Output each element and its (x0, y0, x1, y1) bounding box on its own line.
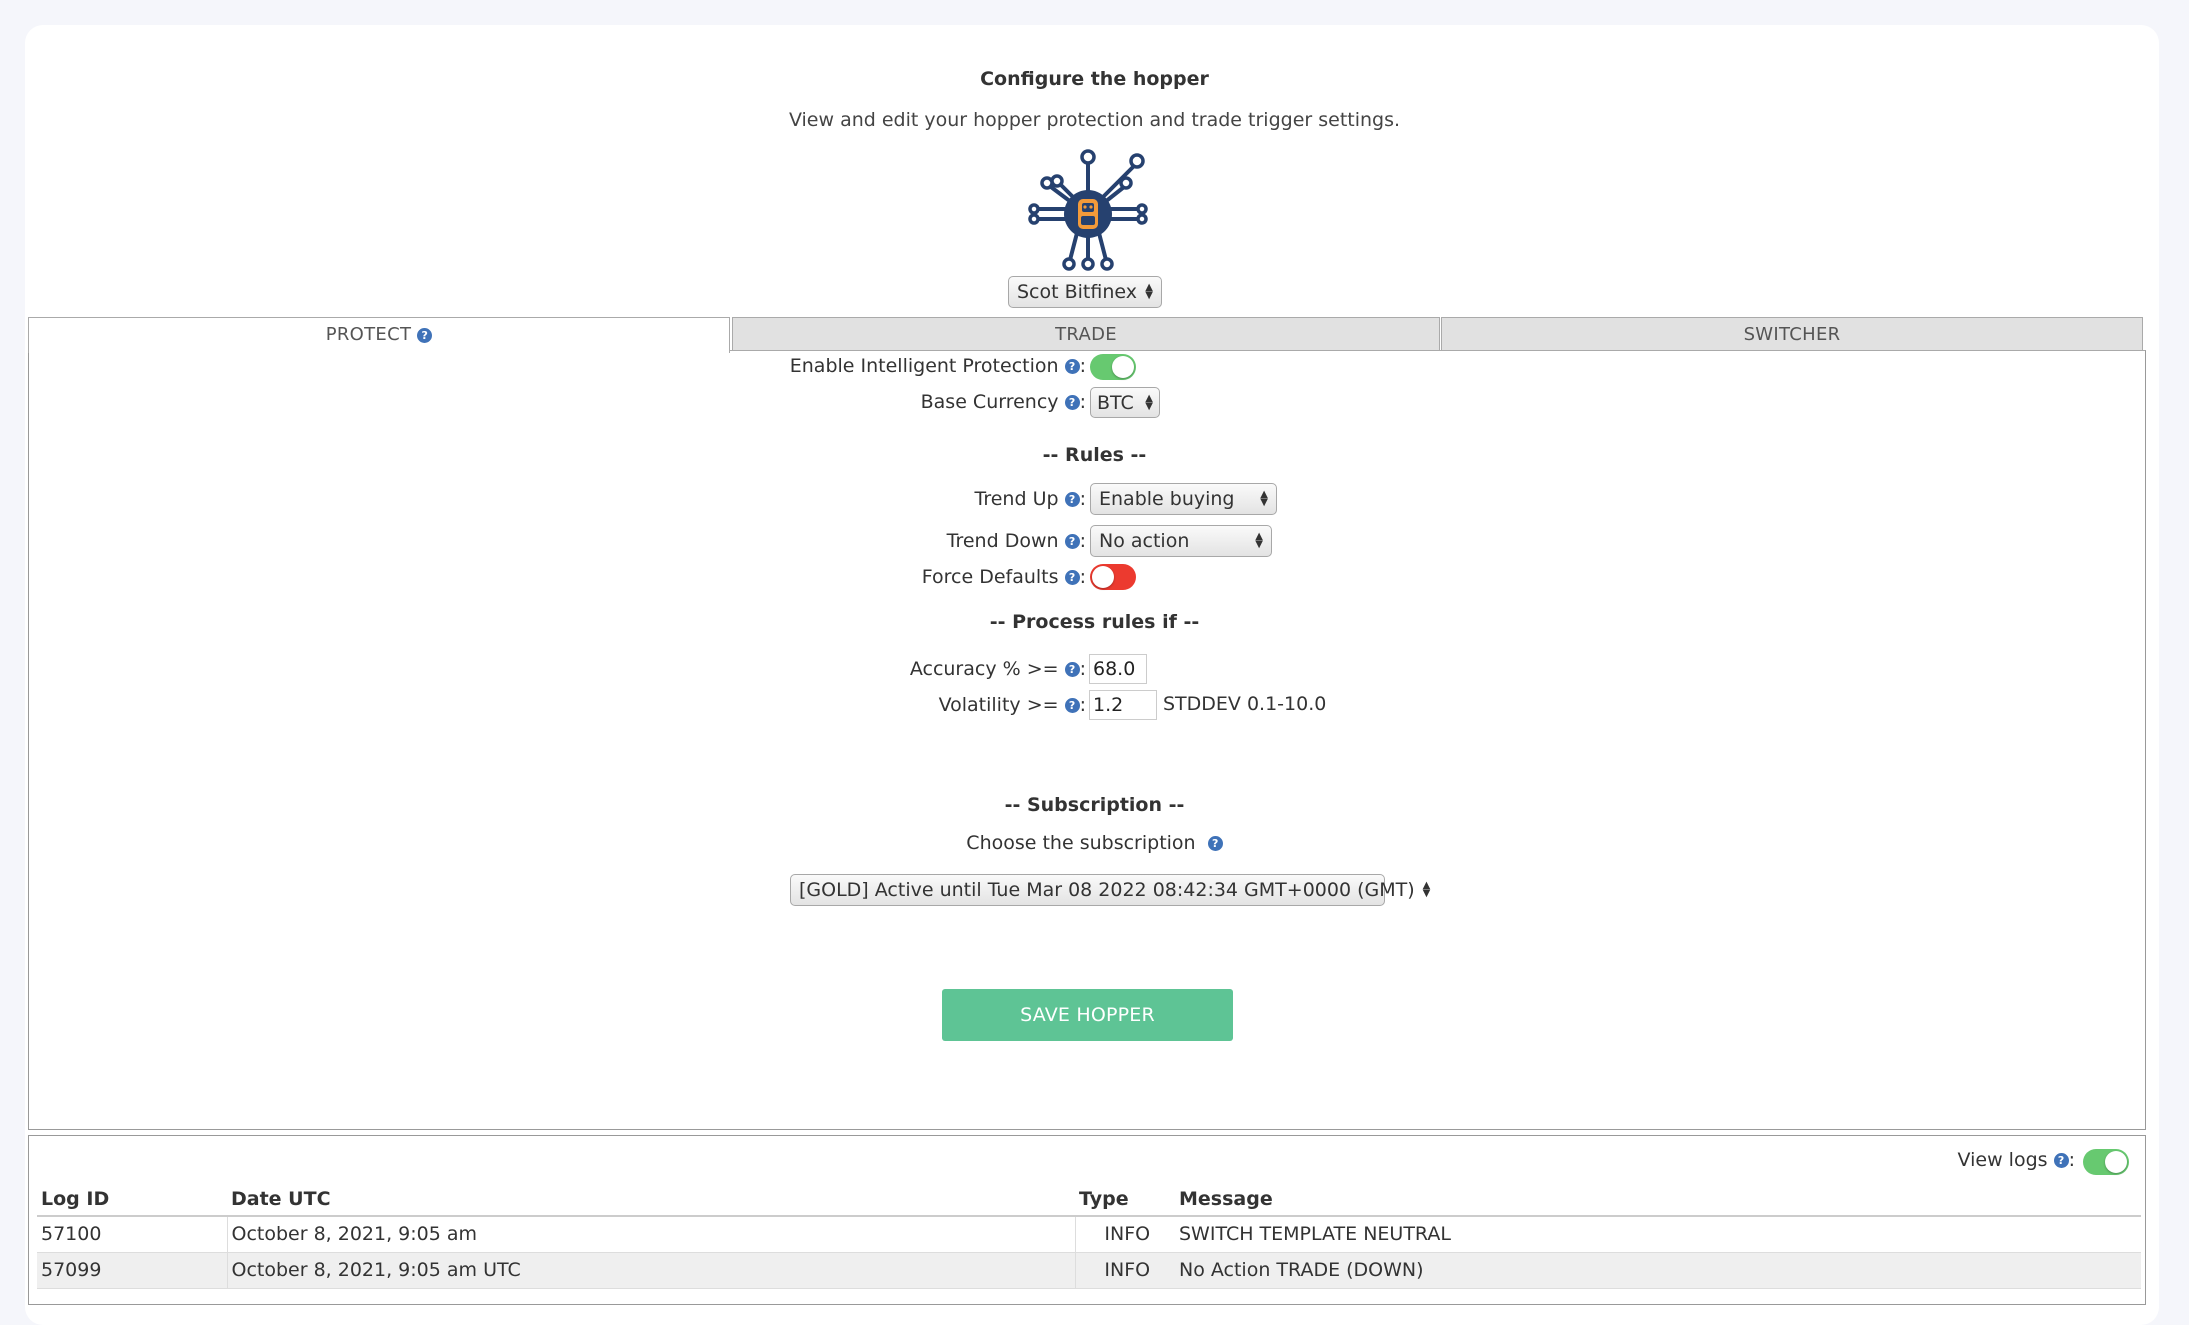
toggle-knob (1092, 566, 1114, 588)
date-cell: October 8, 2021, 9:05 am UTC (226, 1252, 1075, 1289)
trend-down-select[interactable]: No action ▲ ▼ (1090, 525, 1272, 557)
select-arrows-icon: ▲ ▼ (1145, 392, 1153, 412)
select-arrows-icon: ▲ ▼ (1255, 531, 1263, 550)
hopper-select[interactable]: Scot Bitfinex ▲ ▼ (1008, 276, 1162, 308)
type-cell: INFO (1074, 1216, 1175, 1253)
volatility-label: Volatility >= ?: (938, 694, 1086, 716)
rules-heading: -- Rules -- (1042, 444, 1147, 466)
column-header-message: Message (1175, 1183, 2141, 1217)
tab-trade-label: TRADE (1055, 324, 1117, 345)
trend-down-value: No action (1099, 530, 1190, 552)
help-icon[interactable]: ? (1064, 492, 1080, 507)
toggle-knob (1112, 356, 1134, 378)
accuracy-input[interactable]: 68.0 (1089, 654, 1147, 684)
help-icon[interactable]: ? (1064, 534, 1080, 549)
column-header-log-id: Log ID (37, 1183, 227, 1217)
trend-up-text: Trend Up (974, 488, 1059, 510)
view-logs-text: View logs (1957, 1149, 2048, 1171)
volatility-text: Volatility >= (938, 694, 1059, 716)
select-arrows-icon: ▲ ▼ (1422, 880, 1431, 899)
tab-bar: PROTECT ? TRADE SWITCHER (28, 317, 2143, 353)
logs-table: Log ID Date UTC Type Message 57100 Octob… (37, 1183, 2141, 1289)
trend-down-text: Trend Down (946, 530, 1059, 552)
toggle-knob (2105, 1151, 2127, 1173)
tab-switcher[interactable]: SWITCHER (1441, 317, 2143, 351)
help-icon[interactable]: ? (2053, 1153, 2069, 1168)
type-cell: INFO (1074, 1252, 1175, 1289)
hopper-robot-logo (1028, 149, 1148, 271)
column-header-type: Type (1075, 1183, 1175, 1217)
tab-trade[interactable]: TRADE (732, 317, 1440, 351)
subscription-value: [GOLD] Active until Tue Mar 08 2022 08:4… (799, 879, 1415, 901)
volatility-hint: STDDEV 0.1-10.0 (1163, 693, 1327, 715)
base-currency-value: BTC (1097, 391, 1134, 414)
help-icon[interactable]: ? (1064, 662, 1080, 677)
hopper-select-value: Scot Bitfinex (1017, 281, 1137, 303)
force-defaults-label: Force Defaults ?: (921, 566, 1086, 588)
tab-switcher-label: SWITCHER (1743, 324, 1841, 345)
tab-protect-label: PROTECT (325, 324, 412, 345)
date-cell: October 8, 2021, 9:05 am (226, 1216, 1075, 1253)
trend-up-label: Trend Up ?: (974, 488, 1086, 510)
volatility-input[interactable]: 1.2 (1089, 690, 1157, 720)
base-currency-select[interactable]: BTC ▲ ▼ (1090, 387, 1160, 418)
page-subtitle: View and edit your hopper protection and… (788, 109, 1401, 131)
view-logs-label: View logs ?: (1957, 1149, 2075, 1171)
column-header-date: Date UTC (227, 1183, 1075, 1217)
select-arrows-icon: ▲ ▼ (1260, 489, 1268, 508)
accuracy-label: Accuracy % >= ?: (909, 658, 1086, 680)
help-icon[interactable]: ? (1064, 395, 1080, 410)
process-rules-heading: -- Process rules if -- (989, 611, 1200, 633)
subscription-label: Choose the subscription (966, 832, 1196, 854)
table-row: 57100 October 8, 2021, 9:05 am INFO SWIT… (37, 1216, 2141, 1253)
table-header-row: Log ID Date UTC Type Message (37, 1183, 2141, 1217)
trend-up-select[interactable]: Enable buying ▲ ▼ (1090, 483, 1277, 515)
message-cell: SWITCH TEMPLATE NEUTRAL (1175, 1216, 2141, 1253)
view-logs-toggle[interactable] (2083, 1149, 2129, 1175)
subscription-label-row: Choose the subscription ? (0, 832, 2189, 854)
accuracy-text: Accuracy % >= (909, 658, 1059, 680)
logs-panel: View logs ?: Log ID Date UTC Type Messag… (28, 1135, 2146, 1305)
help-icon[interactable]: ? (1064, 570, 1080, 585)
subscription-select[interactable]: [GOLD] Active until Tue Mar 08 2022 08:4… (790, 874, 1430, 906)
trend-up-value: Enable buying (1099, 488, 1235, 510)
base-currency-text: Base Currency (920, 391, 1059, 413)
enable-protection-label: Enable Intelligent Protection ?: (789, 355, 1086, 377)
message-cell: No Action TRADE (DOWN) (1175, 1252, 2141, 1289)
trend-down-label: Trend Down ?: (946, 530, 1086, 552)
help-icon[interactable]: ? (1207, 836, 1223, 851)
save-hopper-button[interactable]: SAVE HOPPER CONFIGURATION (942, 989, 1233, 1078)
force-defaults-toggle[interactable] (1090, 564, 1136, 590)
force-defaults-text: Force Defaults (921, 566, 1059, 588)
page-title: Configure the hopper (980, 68, 1209, 90)
select-arrows-icon: ▲ ▼ (1145, 282, 1153, 301)
enable-protection-toggle[interactable] (1090, 354, 1136, 380)
table-row: 57099 October 8, 2021, 9:05 am UTC INFO … (37, 1252, 2141, 1289)
subscription-heading: -- Subscription -- (1004, 794, 1185, 816)
tab-protect[interactable]: PROTECT ? (28, 317, 730, 353)
help-icon[interactable]: ? (1064, 359, 1080, 374)
log-id-cell: 57099 (37, 1252, 227, 1289)
log-id-cell: 57100 (37, 1216, 227, 1253)
enable-protection-text: Enable Intelligent Protection (789, 355, 1059, 377)
help-icon[interactable]: ? (417, 327, 433, 343)
help-icon[interactable]: ? (1064, 698, 1080, 713)
base-currency-label: Base Currency ?: (920, 391, 1086, 413)
